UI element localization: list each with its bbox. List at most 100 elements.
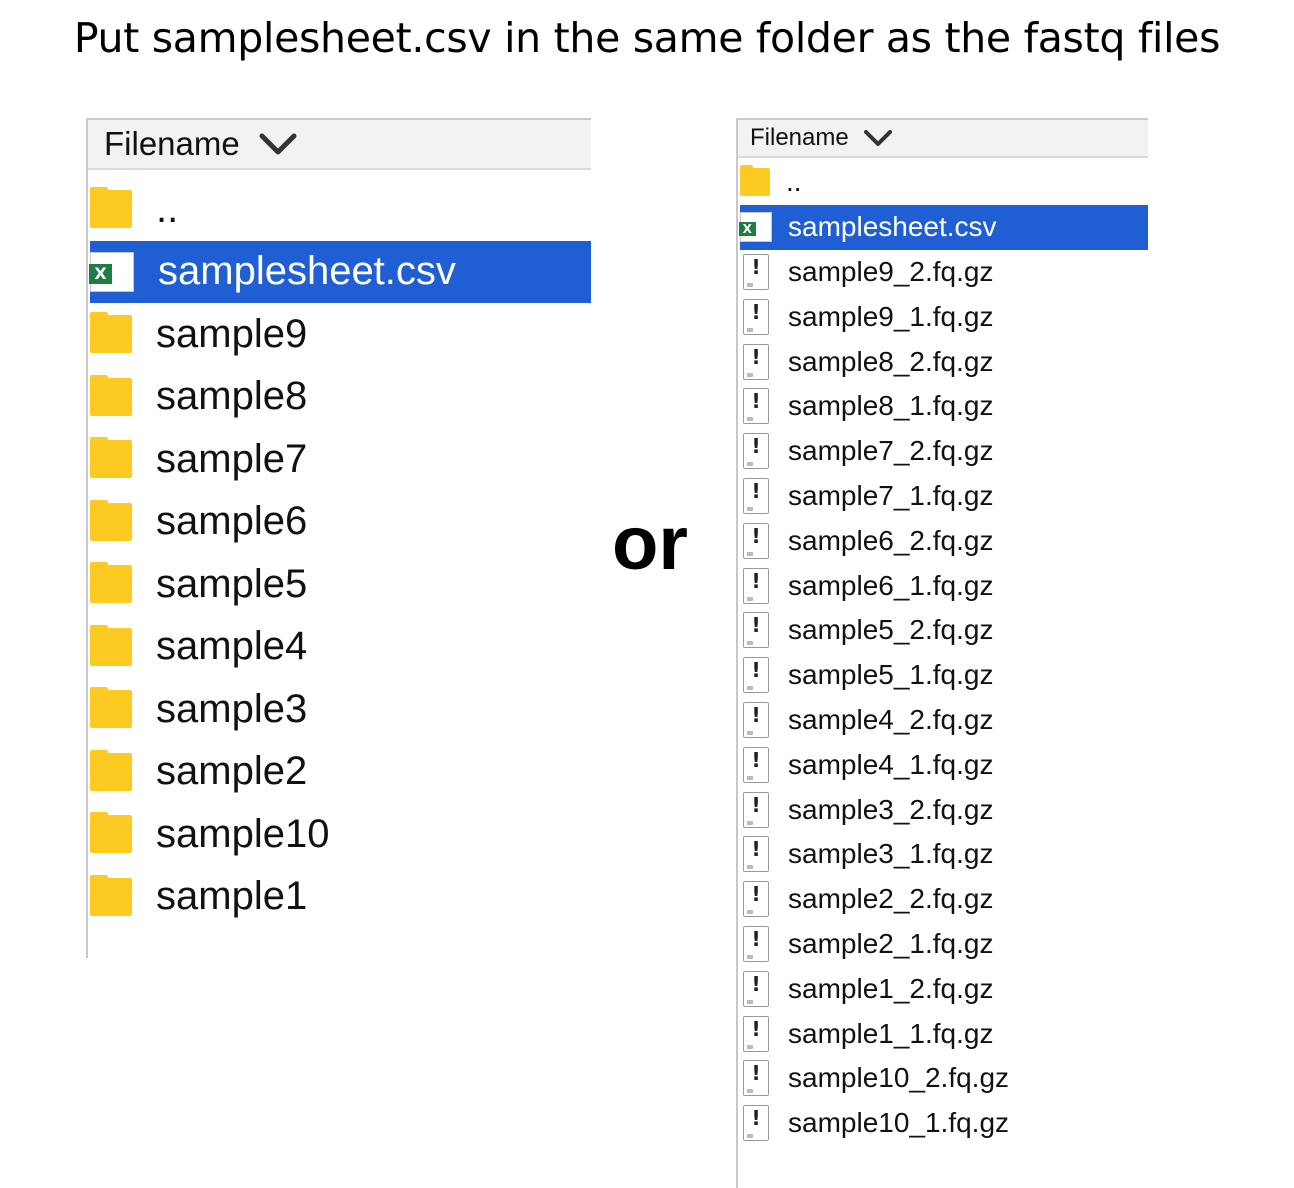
file-row[interactable]: ! sample5_1.fq.gz [740, 653, 1148, 698]
column-header-label: Filename [104, 125, 240, 162]
file-row[interactable]: ! sample6_1.fq.gz [740, 563, 1148, 608]
file-name: sample4_1.fq.gz [788, 748, 994, 780]
file-name: sample6 [156, 499, 308, 543]
folder-row[interactable]: sample6 [90, 491, 591, 553]
archive-file-icon: ! [743, 791, 769, 828]
file-row[interactable]: ! sample4_2.fq.gz [740, 698, 1148, 743]
folder-row[interactable]: sample2 [90, 741, 591, 803]
file-name: sample10 [156, 811, 330, 856]
chevron-down-icon[interactable] [863, 127, 893, 149]
file-name: sample5_2.fq.gz [788, 614, 994, 646]
filename-column-header[interactable]: Filename [88, 118, 591, 170]
file-list-panel-folders: Filename .. Xsamplesheet.csv sample9 sample… [86, 118, 591, 958]
file-name: sample4 [156, 624, 308, 668]
file-name: .. [786, 166, 802, 198]
file-row[interactable]: ! sample1_2.fq.gz [740, 966, 1148, 1011]
archive-file-icon: ! [743, 298, 769, 335]
file-name: sample3 [156, 686, 308, 731]
archive-file-icon: ! [743, 881, 769, 918]
folder-row[interactable]: sample7 [90, 428, 591, 490]
archive-file-icon: ! [743, 567, 769, 604]
folder-icon [90, 874, 132, 916]
file-row[interactable]: Xsamplesheet.csv [739, 204, 1148, 250]
file-name: sample9_1.fq.gz [788, 300, 994, 332]
file-row[interactable]: ! sample9_1.fq.gz [740, 294, 1148, 339]
file-row[interactable]: ! sample10_1.fq.gz [740, 1101, 1148, 1146]
file-name: samplesheet.csv [158, 249, 456, 293]
file-row[interactable]: ! sample10_2.fq.gz [740, 1056, 1148, 1101]
panel-border [86, 118, 88, 958]
excel-file-icon: X [89, 251, 134, 292]
folder-row[interactable]: sample8 [90, 366, 591, 428]
folder-icon [90, 812, 132, 853]
file-name: sample1_1.fq.gz [788, 1017, 994, 1049]
folder-row[interactable]: sample5 [90, 553, 591, 615]
folder-row[interactable]: .. [740, 160, 1148, 205]
folder-row[interactable]: sample3 [90, 678, 591, 740]
file-row[interactable]: ! sample7_2.fq.gz [740, 429, 1148, 474]
file-row[interactable]: ! sample2_2.fq.gz [740, 877, 1148, 922]
archive-file-icon: ! [743, 746, 769, 783]
file-name: sample7 [156, 436, 308, 481]
file-name: sample9_2.fq.gz [788, 255, 994, 287]
file-row[interactable]: ! sample7_1.fq.gz [740, 474, 1148, 519]
file-name: .. [156, 186, 179, 231]
archive-file-icon: ! [743, 388, 769, 425]
file-name: sample6_2.fq.gz [788, 524, 994, 556]
file-row[interactable]: ! sample8_2.fq.gz [740, 339, 1148, 384]
file-row[interactable]: ! sample8_1.fq.gz [740, 384, 1148, 429]
file-name: sample7_2.fq.gz [788, 435, 994, 467]
archive-file-icon: ! [743, 1105, 769, 1142]
page-title: Put samplesheet.csv in the same folder a… [73, 14, 1221, 62]
archive-file-icon: ! [743, 970, 769, 1007]
file-row[interactable]: ! sample2_1.fq.gz [740, 922, 1148, 967]
file-row[interactable]: ! sample6_2.fq.gz [740, 518, 1148, 563]
folder-row[interactable]: sample4 [90, 616, 591, 678]
file-name: sample5 [156, 561, 308, 606]
file-name: sample2 [156, 749, 308, 793]
folder-icon [90, 437, 132, 478]
file-name: samplesheet.csv [788, 211, 997, 243]
folder-icon [90, 312, 132, 353]
folder-icon [90, 687, 132, 728]
column-header-label: Filename [750, 124, 849, 151]
file-row[interactable]: ! sample1_1.fq.gz [740, 1011, 1148, 1056]
file-name: sample8 [156, 374, 308, 418]
file-name: sample1_2.fq.gz [788, 972, 994, 1004]
file-name: sample6_1.fq.gz [788, 569, 994, 601]
archive-file-icon: ! [743, 925, 769, 962]
filename-column-header[interactable]: Filename [738, 118, 1148, 158]
archive-file-icon: ! [743, 1015, 769, 1052]
file-name: sample2_1.fq.gz [788, 927, 994, 959]
file-row[interactable]: Xsamplesheet.csv [89, 240, 591, 303]
folder-icon [90, 187, 132, 228]
archive-file-icon: ! [743, 612, 769, 649]
excel-file-icon: X [739, 212, 772, 243]
panel-border [736, 118, 738, 1188]
file-row[interactable]: ! sample3_2.fq.gz [740, 787, 1148, 832]
file-name: sample2_2.fq.gz [788, 883, 994, 915]
archive-file-icon: ! [743, 477, 769, 514]
file-row[interactable]: ! sample5_2.fq.gz [740, 608, 1148, 653]
folder-icon [90, 624, 132, 666]
file-row[interactable]: ! sample4_1.fq.gz [740, 742, 1148, 787]
file-name: sample10_1.fq.gz [788, 1107, 1010, 1139]
folder-row[interactable]: sample9 [90, 303, 591, 365]
or-separator: or [612, 501, 688, 586]
file-row[interactable]: ! sample3_1.fq.gz [740, 832, 1148, 877]
file-name: sample3_1.fq.gz [788, 838, 994, 870]
archive-file-icon: ! [743, 253, 769, 290]
file-name: sample7_1.fq.gz [788, 479, 994, 511]
folder-row[interactable]: .. [90, 178, 591, 240]
folder-icon [90, 749, 132, 791]
folder-row[interactable]: sample10 [90, 803, 591, 865]
file-name: sample9 [156, 311, 308, 356]
file-name: sample10_2.fq.gz [788, 1062, 1010, 1094]
file-name: sample8_1.fq.gz [788, 390, 994, 422]
archive-file-icon: ! [743, 343, 769, 380]
chevron-down-icon[interactable] [258, 130, 298, 158]
file-row[interactable]: ! sample9_2.fq.gz [740, 250, 1148, 295]
archive-file-icon: ! [743, 522, 769, 559]
file-name: sample1 [156, 874, 308, 918]
folder-row[interactable]: sample1 [90, 866, 591, 928]
